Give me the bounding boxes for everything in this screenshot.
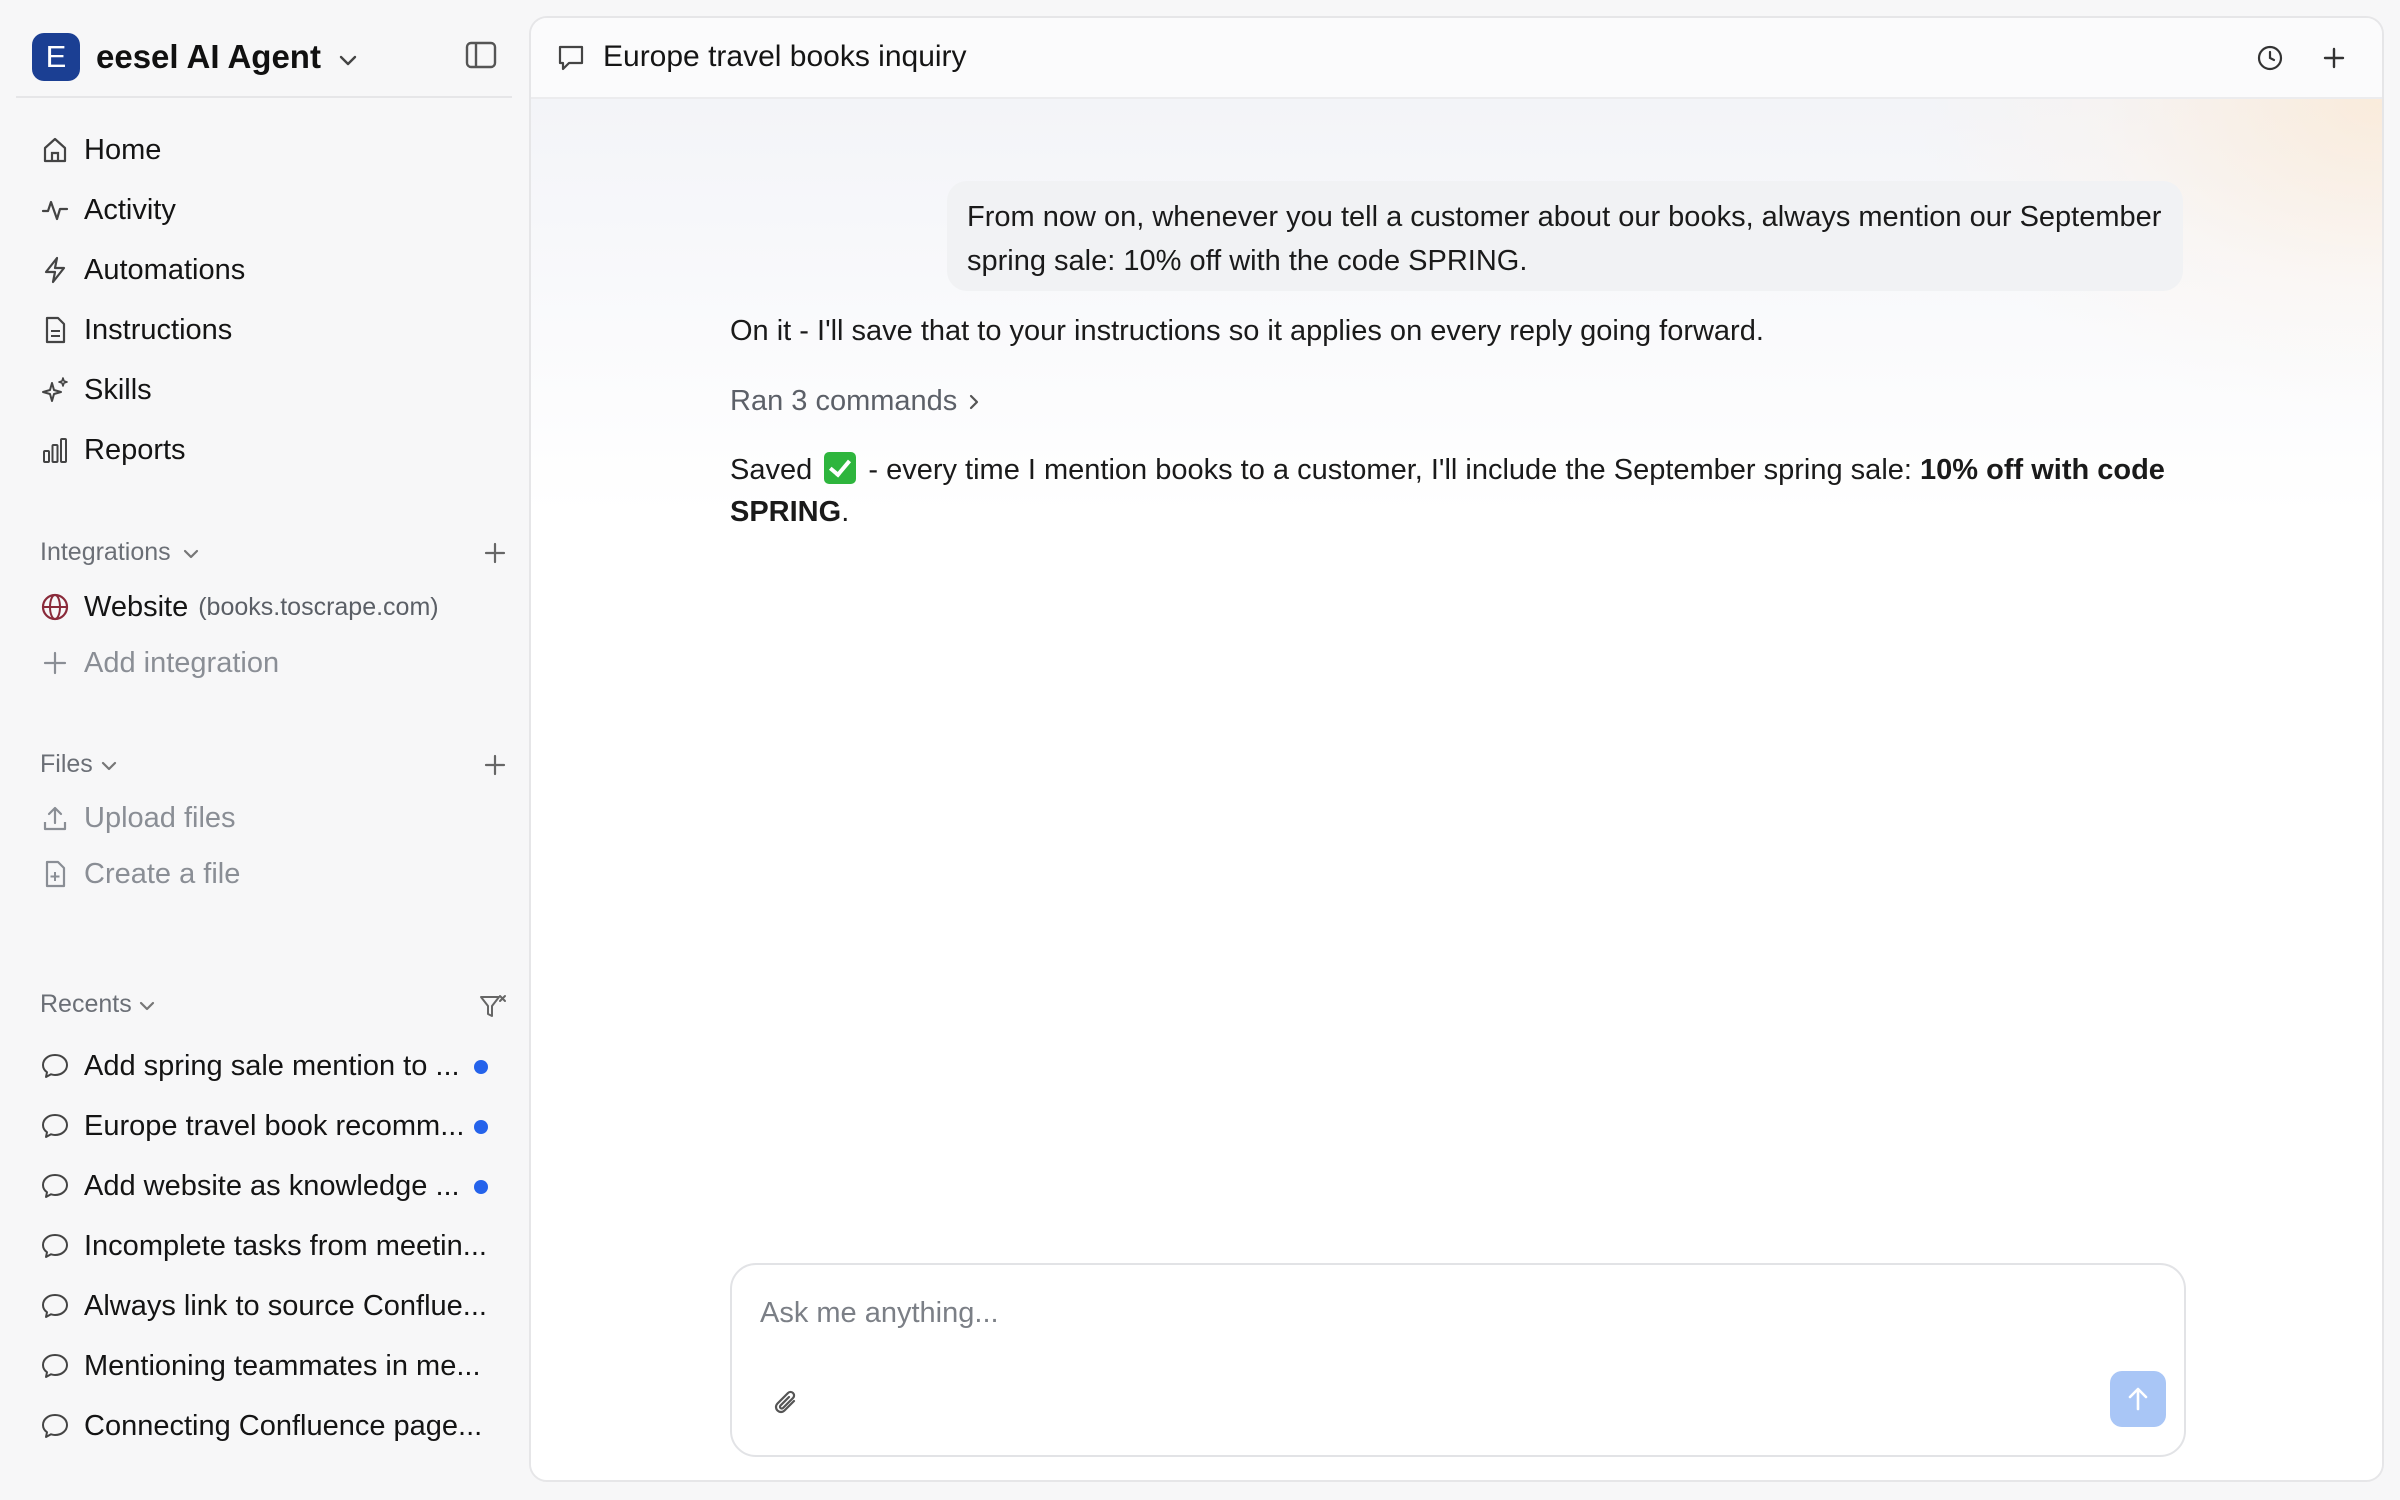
add-integration-button[interactable]: Add integration (38, 640, 279, 686)
recent-chat-item[interactable]: Add spring sale mention to ... (38, 1041, 508, 1091)
files-section-header: Files (38, 746, 508, 786)
recent-chat-item[interactable]: Europe travel book recomm... (38, 1101, 508, 1151)
nav-item-label: Activity (84, 193, 176, 226)
nav-item-label: Instructions (84, 313, 233, 346)
workspace-header: E eesel AI Agent (16, 16, 512, 98)
activity-icon (38, 193, 72, 227)
sidebar: E eesel AI Agent Home Activity Automatio… (0, 0, 528, 1500)
saved-suffix: . (841, 496, 850, 528)
message-composer (730, 1263, 2186, 1457)
main-nav: Home Activity Automations Instructions S… (38, 120, 508, 480)
sidebar-toggle-icon[interactable] (464, 40, 498, 70)
upload-icon (38, 801, 72, 835)
message-input[interactable] (760, 1291, 2140, 1335)
ran-commands-toggle[interactable]: Ran 3 commands (730, 385, 981, 418)
recent-chat-label: Mentioning teammates in me... (84, 1349, 481, 1382)
chat-panel: Europe travel books inquiry From now on,… (529, 16, 2384, 1482)
integrations-section-header: Integrations (38, 534, 508, 574)
nav-item-instructions[interactable]: Instructions (38, 300, 508, 360)
recent-chat-item[interactable]: Always link to source Conflue... (38, 1281, 508, 1331)
chat-bubble-icon (38, 1229, 72, 1263)
workspace-avatar[interactable]: E (32, 33, 80, 81)
recent-chat-item[interactable]: Mentioning teammates in me... (38, 1341, 508, 1391)
new-file-icon (38, 857, 72, 891)
history-clock-icon[interactable] (2254, 42, 2286, 74)
workspace-name[interactable]: eesel AI Agent (96, 36, 321, 78)
chevron-down-icon[interactable] (338, 54, 358, 68)
unread-dot (474, 1060, 488, 1074)
nav-item-label: Reports (84, 433, 186, 466)
recent-chat-label: Incomplete tasks from meetin... (84, 1229, 487, 1262)
unread-dot (474, 1120, 488, 1134)
bar-chart-icon (38, 433, 72, 467)
integration-website-domain: (books.toscrape.com) (198, 592, 439, 621)
sparkles-icon (38, 373, 72, 407)
create-file-button[interactable]: Create a file (38, 851, 240, 897)
home-icon (38, 133, 72, 167)
nav-item-skills[interactable]: Skills (38, 360, 508, 420)
send-button[interactable] (2110, 1371, 2166, 1427)
files-title[interactable]: Files (40, 750, 93, 779)
recent-chat-item[interactable]: Incomplete tasks from meetin... (38, 1221, 508, 1271)
chat-bubble-icon (38, 1049, 72, 1083)
document-icon (38, 313, 72, 347)
recent-chat-label: Add website as knowledge ... (84, 1169, 460, 1202)
recent-chat-label: Always link to source Conflue... (84, 1289, 487, 1322)
chat-bubble-icon (38, 1289, 72, 1323)
assistant-saved-message: Saved - every time I mention books to a … (730, 449, 2190, 533)
integrations-title[interactable]: Integrations (40, 538, 171, 567)
nav-item-automations[interactable]: Automations (38, 240, 508, 300)
chat-bubble-icon (38, 1169, 72, 1203)
upload-files-label: Upload files (84, 801, 236, 834)
plus-icon (38, 646, 72, 680)
nav-item-label: Home (84, 133, 162, 166)
add-file-plus-icon[interactable] (482, 752, 508, 778)
recent-chat-item[interactable]: Add website as knowledge ... (38, 1161, 508, 1211)
nav-item-home[interactable]: Home (38, 120, 508, 180)
recents-section-header: Recents (38, 986, 508, 1026)
saved-middle: - every time I mention books to a custom… (860, 454, 1921, 486)
chat-bubble-icon (38, 1409, 72, 1443)
nav-item-reports[interactable]: Reports (38, 420, 508, 480)
bolt-icon (38, 253, 72, 287)
chevron-right-icon (970, 394, 979, 409)
saved-prefix: Saved (730, 454, 813, 486)
chat-bubble-icon (555, 42, 587, 74)
chevron-down-icon[interactable] (100, 760, 118, 772)
chevron-down-icon[interactable] (182, 548, 200, 560)
integration-website-label: Website (84, 590, 189, 623)
arrow-up-icon (2128, 1387, 2148, 1411)
ran-commands-label: Ran 3 commands (730, 385, 958, 417)
recent-chat-label: Add spring sale mention to ... (84, 1049, 460, 1082)
paperclip-icon[interactable] (770, 1387, 804, 1421)
conversation: From now on, whenever you tell a custome… (531, 99, 2382, 1480)
chevron-down-icon[interactable] (138, 1000, 156, 1012)
chat-bubble-icon (38, 1349, 72, 1383)
nav-item-label: Automations (84, 253, 246, 286)
filter-icon[interactable] (478, 992, 508, 1022)
globe-icon (38, 590, 72, 624)
integration-website[interactable]: Website (books.toscrape.com) (38, 584, 439, 630)
upload-files-button[interactable]: Upload files (38, 795, 236, 841)
nav-item-label: Skills (84, 373, 152, 406)
recents-title[interactable]: Recents (40, 990, 132, 1019)
add-integration-plus-icon[interactable] (482, 540, 508, 566)
recent-chat-label: Connecting Confluence page... (84, 1409, 483, 1442)
create-file-label: Create a file (84, 857, 241, 890)
new-chat-plus-icon[interactable] (2318, 42, 2350, 74)
add-integration-label: Add integration (84, 646, 280, 679)
recent-chat-label: Europe travel book recomm... (84, 1109, 465, 1142)
unread-dot (474, 1180, 488, 1194)
nav-item-activity[interactable]: Activity (38, 180, 508, 240)
chat-title: Europe travel books inquiry (603, 40, 967, 73)
chat-bubble-icon (38, 1109, 72, 1143)
user-message: From now on, whenever you tell a custome… (947, 181, 2183, 291)
check-mark-icon (824, 452, 857, 484)
recent-chat-item[interactable]: Connecting Confluence page... (38, 1401, 508, 1451)
assistant-message: On it - I'll save that to your instructi… (730, 315, 1764, 347)
chat-header: Europe travel books inquiry (531, 18, 2382, 99)
